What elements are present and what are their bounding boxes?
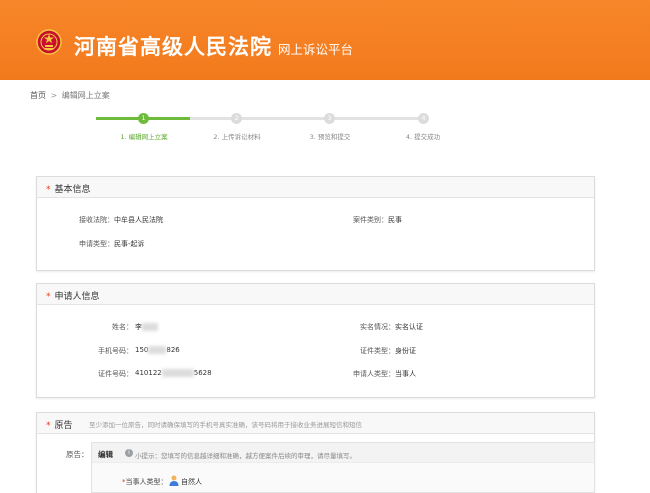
- plaintiff-edit-bar: 编辑 i 小提示：您填写的信息越详细和准确，越方便案件后续的审理，请尽量填写。: [92, 443, 594, 463]
- verify-value: 实名认证: [395, 323, 423, 331]
- plaintiff-edit-box: 编辑 i 小提示：您填写的信息越详细和准确，越方便案件后续的审理，请尽量填写。 …: [91, 442, 595, 493]
- step-dot-3: 3: [324, 113, 335, 124]
- step-label-2: 2. 上传诉讼材料: [213, 133, 261, 141]
- id-number-value: 410122 5628: [135, 369, 212, 377]
- step-dot-4: 4: [418, 113, 429, 124]
- site-header: 河南省高级人民法院 网上诉讼平台: [0, 0, 650, 80]
- court-field: 接收法院：中牟县人民法院: [79, 216, 163, 224]
- breadcrumb-current: 编辑网上立案: [61, 91, 110, 100]
- basic-info-panel: * 基本信息 接收法院：中牟县人民法院 案件类别：民事 申请类型：民事-起诉: [36, 176, 595, 271]
- step-dot-2: 2: [231, 113, 242, 124]
- plaintiff-header: * 原告 至少添加一位原告，同时请确保填写的手机号真实准确，该号码将用于接收业务进…: [37, 413, 594, 434]
- step-label-3: 3. 预览和提交: [309, 133, 351, 141]
- case-type-value: 民事: [388, 216, 402, 224]
- applicant-info-header: * 申请人信息: [37, 284, 594, 305]
- breadcrumb-separator: >: [50, 91, 58, 100]
- step-dot-1: 1: [138, 113, 149, 124]
- party-type-value[interactable]: 自然人: [181, 477, 202, 487]
- progress-steps: 1 2 3 4 1. 编辑网上立案 2. 上传诉讼材料 3. 预览和提交 4. …: [0, 108, 650, 148]
- plaintiff-row-label: 原告：: [66, 450, 89, 459]
- plaintiff-title: * 原告: [46, 421, 73, 431]
- info-icon: i: [125, 449, 133, 457]
- breadcrumb: 首页 > 编辑网上立案: [30, 90, 110, 101]
- breadcrumb-home-link[interactable]: 首页: [30, 91, 46, 100]
- name-value: 李: [135, 322, 158, 332]
- step-line-rest: [190, 117, 428, 120]
- tip-text: 小提示：您填写的信息越详细和准确，越方便案件后续的审理，请尽量填写。: [135, 452, 356, 460]
- person-icon: [169, 475, 179, 486]
- court-value: 中牟县人民法院: [114, 216, 163, 224]
- court-emblem-icon: [36, 29, 62, 55]
- apply-type-field: 申请类型：民事-起诉: [79, 240, 145, 248]
- plaintiff-hint: 至少添加一位原告，同时请确保填写的手机号真实准确，该号码将用于接收业务进展短信和…: [89, 421, 362, 429]
- applicant-type-value: 当事人: [395, 370, 416, 378]
- party-type-label: *当事人类型：: [122, 478, 168, 486]
- phone-label: 手机号码：: [98, 347, 133, 355]
- site-subtitle: 网上诉讼平台: [278, 42, 354, 57]
- applicant-type-label: 申请人类型：: [353, 370, 395, 378]
- apply-type-value: 民事-起诉: [114, 240, 145, 248]
- step-label-1: 1. 编辑网上立案: [120, 133, 168, 141]
- case-type-field: 案件类别：民事: [353, 216, 402, 224]
- basic-info-header: * 基本信息: [37, 177, 594, 198]
- applicant-info-title: * 申请人信息: [46, 292, 100, 302]
- applicant-info-panel: * 申请人信息 姓名： 李 手机号码： 150 826 证件号码： 410122 56…: [36, 283, 595, 398]
- verify-label: 实名情况：: [360, 323, 395, 331]
- name-label: 姓名：: [112, 323, 133, 331]
- basic-info-title: * 基本信息: [46, 185, 91, 195]
- phone-value: 150 826: [135, 346, 180, 354]
- edit-tab[interactable]: 编辑: [98, 449, 113, 460]
- id-type-value: 身份证: [395, 347, 416, 355]
- id-number-label: 证件号码：: [98, 370, 133, 378]
- site-title: 河南省高级人民法院: [74, 35, 272, 59]
- step-label-4: 4. 提交成功: [405, 133, 441, 141]
- id-type-label: 证件类型：: [360, 347, 395, 355]
